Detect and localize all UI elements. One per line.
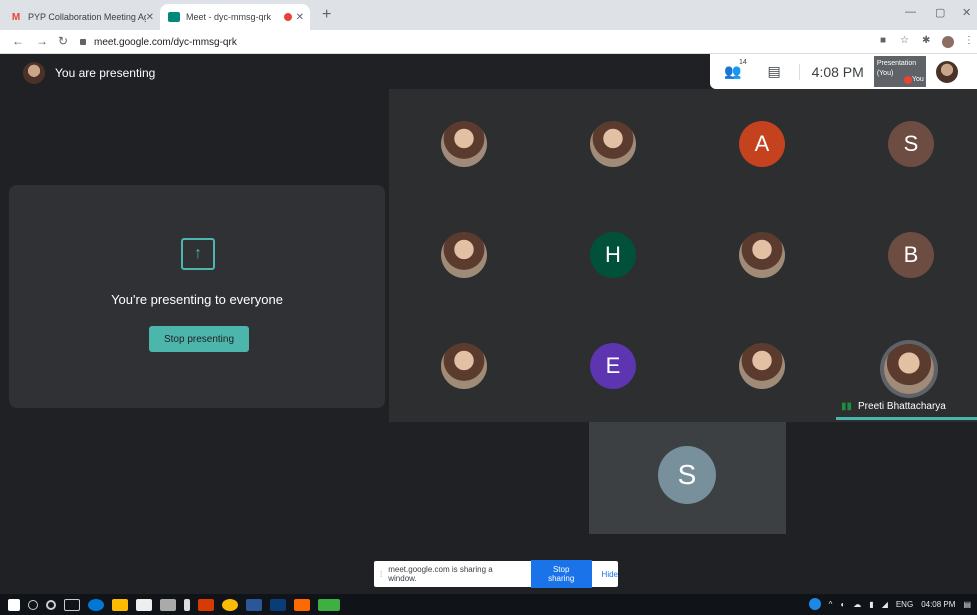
meet-stage: You are presenting ↑ You're presenting t…: [7, 54, 977, 594]
stop-sharing-button[interactable]: Stop sharing: [530, 560, 592, 588]
participant-avatar[interactable]: [739, 343, 785, 389]
close-tab-icon[interactable]: ✕: [296, 12, 304, 23]
present-screen-icon: ↑: [181, 238, 215, 270]
tab-title: Meet - dyc-mmsg-qrk: [186, 12, 272, 22]
word-icon[interactable]: [246, 598, 262, 611]
photoshop-icon[interactable]: [270, 598, 286, 611]
search-icon[interactable]: [28, 599, 38, 610]
self-thumbnail-avatar[interactable]: [935, 60, 958, 83]
thumbnail-title: Presentation (You): [876, 60, 917, 77]
tab-meet[interactable]: Meet - dyc-mmsg-qrk ✕: [160, 4, 310, 30]
participant-count: 14: [739, 59, 747, 66]
sharing-notification-bar: ⁞ meet.google.com is sharing a window. S…: [374, 560, 618, 588]
clock[interactable]: 04:08 PM: [921, 600, 955, 609]
profile-avatar[interactable]: [942, 36, 954, 48]
participant-avatar[interactable]: B: [888, 232, 934, 278]
close-tab-icon[interactable]: ✕: [146, 12, 154, 23]
meeting-info-panel: 👥 14 ▤ 4:08 PM Presentation (You) You: [710, 54, 977, 89]
drag-handle-icon[interactable]: ⁞: [380, 570, 382, 579]
speaker-indicator: [836, 417, 977, 420]
participant-avatar[interactable]: [441, 343, 487, 389]
cortana-icon[interactable]: [46, 599, 56, 610]
thumbnail-you-label: You: [912, 76, 924, 83]
minimize-icon[interactable]: —: [905, 6, 916, 18]
help-icon[interactable]: [808, 598, 821, 610]
active-app-icon[interactable]: [318, 598, 340, 611]
participant-avatar[interactable]: [441, 232, 487, 278]
app-icon[interactable]: [184, 598, 190, 611]
presentation-card: ↑ You're presenting to everyone Stop pre…: [9, 185, 385, 408]
meet-icon: [168, 12, 180, 22]
cloud-icon[interactable]: ☁: [853, 600, 861, 609]
stop-presenting-button[interactable]: Stop presenting: [149, 326, 249, 352]
windows-taskbar: ^ ◐ ☁ ▮ ◢ ENG 04:08 PM ▤: [0, 594, 977, 615]
reload-icon[interactable]: ↻: [58, 34, 68, 48]
start-icon[interactable]: [8, 598, 20, 611]
url-text: meet.google.com/dyc-mmsg-qrk: [94, 36, 237, 48]
browser-tab-strip: M PYP Collaboration Meeting Agen ✕ Meet …: [0, 0, 977, 30]
presenting-header: You are presenting: [23, 62, 155, 84]
speaker-name: Preeti Bhattacharya: [858, 401, 946, 412]
battery-icon[interactable]: ▮: [869, 600, 873, 609]
speaker-name-label: ▮▮ Preeti Bhattacharya: [841, 401, 946, 412]
extensions-icon[interactable]: ✱: [922, 35, 930, 46]
screen: M PYP Collaboration Meeting Agen ✕ Meet …: [0, 0, 977, 615]
volume-icon[interactable]: ◢: [882, 600, 888, 609]
forward-icon[interactable]: →: [36, 34, 48, 48]
close-window-icon[interactable]: ✕: [962, 6, 971, 19]
participant-avatar[interactable]: [590, 121, 636, 167]
presentation-thumbnail[interactable]: Presentation (You) You: [873, 56, 926, 87]
participant-avatar: S: [658, 446, 716, 504]
mic-off-icon: [903, 76, 912, 84]
file-explorer-icon[interactable]: [112, 598, 128, 611]
people-icon[interactable]: 👥 14: [724, 59, 747, 80]
back-icon[interactable]: ←: [12, 34, 24, 48]
meeting-time: 4:08 PM: [798, 63, 864, 80]
store-icon[interactable]: [136, 598, 152, 611]
presenting-title: You are presenting: [55, 66, 156, 80]
active-speaker-avatar[interactable]: [884, 344, 934, 394]
chrome-icon[interactable]: [222, 598, 238, 611]
system-tray: ^ ◐ ☁ ▮ ◢ ENG 04:08 PM ▤: [801, 598, 971, 610]
chat-icon[interactable]: ▤: [767, 63, 780, 80]
browser-toolbar: ← → ↻ meet.google.com/dyc-mmsg-qrk ■ ☆ ✱…: [0, 30, 977, 54]
participant-avatar[interactable]: H: [590, 232, 636, 278]
participant-tile-extra[interactable]: S: [589, 422, 786, 534]
office-icon[interactable]: [198, 598, 214, 611]
menu-icon[interactable]: ⋮: [964, 35, 974, 46]
participant-avatar[interactable]: E: [590, 343, 636, 389]
network-icon[interactable]: ◐: [840, 600, 845, 609]
dropbox-icon[interactable]: [160, 598, 176, 611]
participant-grid: A S H B E ▮▮ Preeti Bhattacharya: [389, 89, 977, 422]
tab-title: PYP Collaboration Meeting Agen: [28, 12, 146, 22]
participant-avatar[interactable]: [739, 232, 785, 278]
chevron-up-icon[interactable]: ^: [829, 600, 833, 609]
recording-icon: [283, 13, 292, 21]
camera-icon[interactable]: ■: [880, 35, 886, 46]
new-tab-button[interactable]: +: [322, 6, 331, 24]
edge-icon[interactable]: [88, 598, 104, 611]
language-indicator[interactable]: ENG: [896, 600, 913, 609]
illustrator-icon[interactable]: [294, 598, 310, 611]
gmail-icon: M: [11, 11, 21, 23]
participant-avatar[interactable]: A: [739, 121, 785, 167]
sharing-message: meet.google.com is sharing a window.: [388, 565, 493, 583]
presenting-message: You're presenting to everyone: [111, 292, 283, 307]
task-view-icon[interactable]: [64, 598, 80, 611]
lock-icon: [80, 39, 86, 45]
notifications-icon[interactable]: ▤: [963, 600, 971, 609]
address-bar[interactable]: meet.google.com/dyc-mmsg-qrk: [80, 33, 860, 51]
self-avatar: [23, 62, 45, 84]
participant-avatar[interactable]: S: [888, 121, 934, 167]
hide-button[interactable]: Hide: [602, 570, 618, 579]
maximize-icon[interactable]: ▢: [935, 6, 945, 19]
audio-level-icon: ▮▮: [841, 401, 853, 412]
tab-gmail[interactable]: M PYP Collaboration Meeting Agen ✕: [10, 4, 160, 30]
participant-avatar[interactable]: [441, 121, 487, 167]
bookmark-star-icon[interactable]: ☆: [900, 35, 909, 46]
